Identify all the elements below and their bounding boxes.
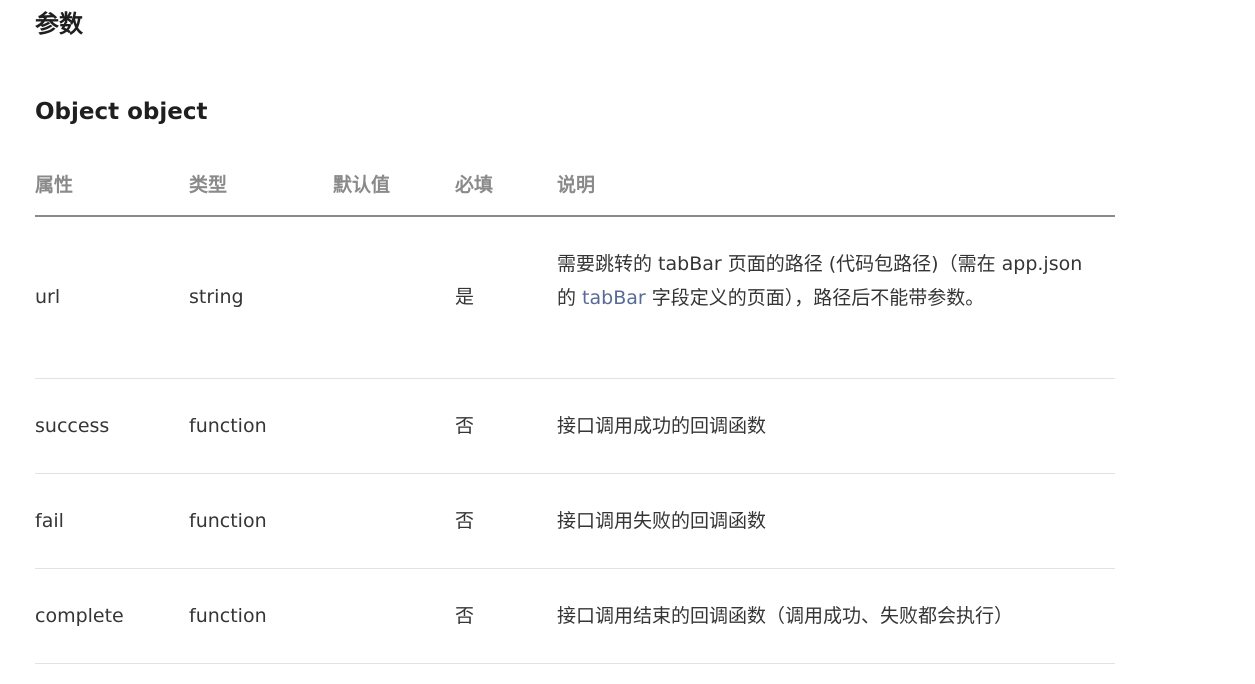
object-title: Object object bbox=[35, 99, 208, 125]
type-cell: function bbox=[189, 605, 267, 627]
table-row-url: url string 是 需要跳转的 tabBar 页面的路径 (代码包路径)（… bbox=[35, 217, 1115, 379]
required-cell: 否 bbox=[455, 605, 475, 627]
table-row-fail: fail function 否 接口调用失败的回调函数 bbox=[35, 474, 1115, 569]
type-cell: function bbox=[189, 415, 267, 437]
desc-cell: 接口调用结束的回调函数（调用成功、失败都会执行） bbox=[557, 605, 1014, 627]
desc-cell: 接口调用成功的回调函数 bbox=[557, 415, 767, 437]
prop-cell: url bbox=[35, 286, 61, 308]
section-title: 参数 bbox=[35, 10, 83, 38]
table-header: 属性 类型 默认值 必填 说明 bbox=[35, 150, 1115, 217]
params-table: 属性 类型 默认值 必填 说明 url string 是 需要跳转的 tabBa… bbox=[35, 150, 1115, 664]
desc-text-part2: 字段定义的页面），路径后不能带参数。 bbox=[645, 287, 985, 309]
type-cell: string bbox=[189, 286, 244, 308]
header-type: 类型 bbox=[189, 174, 228, 196]
tabbar-link[interactable]: tabBar bbox=[582, 287, 646, 309]
table-row-success: success function 否 接口调用成功的回调函数 bbox=[35, 379, 1115, 474]
header-default: 默认值 bbox=[333, 174, 391, 196]
required-cell: 否 bbox=[455, 510, 475, 532]
prop-cell: complete bbox=[35, 605, 124, 627]
required-cell: 是 bbox=[455, 286, 475, 308]
type-cell: function bbox=[189, 510, 267, 532]
header-required: 必填 bbox=[455, 174, 494, 196]
prop-cell: fail bbox=[35, 510, 64, 532]
required-cell: 否 bbox=[455, 415, 475, 437]
header-prop: 属性 bbox=[35, 174, 74, 196]
desc-cell: 接口调用失败的回调函数 bbox=[557, 510, 767, 532]
header-desc: 说明 bbox=[557, 174, 596, 196]
prop-cell: success bbox=[35, 415, 110, 437]
desc-cell: 需要跳转的 tabBar 页面的路径 (代码包路径)（需在 app.json 的… bbox=[557, 247, 1097, 315]
table-row-complete: complete function 否 接口调用结束的回调函数（调用成功、失败都… bbox=[35, 569, 1115, 664]
